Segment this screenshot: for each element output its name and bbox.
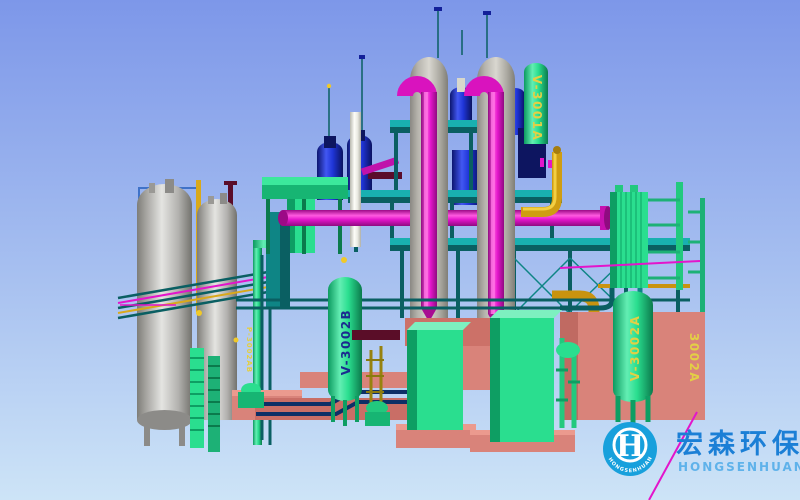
logo-name-cn: 宏森环保 [676,428,800,460]
vessel-v3002a: V-3002A [613,291,653,428]
logo-name-en: HONGSENHUANBAO [678,460,800,474]
pump-tag: P-3002AB [245,327,253,373]
plant-render: V-3001A [0,0,800,500]
vessel-v3002b-tag: V-3002B [339,309,353,375]
logo-monogram: H [616,429,644,464]
white-pipe [350,112,361,247]
vessel-v3002a-tag: V-3002A [628,315,642,382]
plant-3d-scene: V-3001A [0,0,800,500]
wall-tag: 3002A [687,333,701,383]
vessel-v3002b: V-3002B [328,277,362,426]
vessel-v3001a-tag: V-3001A [530,75,544,142]
vessel-v3001a: V-3001A [524,63,548,144]
green-block-left [407,322,471,430]
